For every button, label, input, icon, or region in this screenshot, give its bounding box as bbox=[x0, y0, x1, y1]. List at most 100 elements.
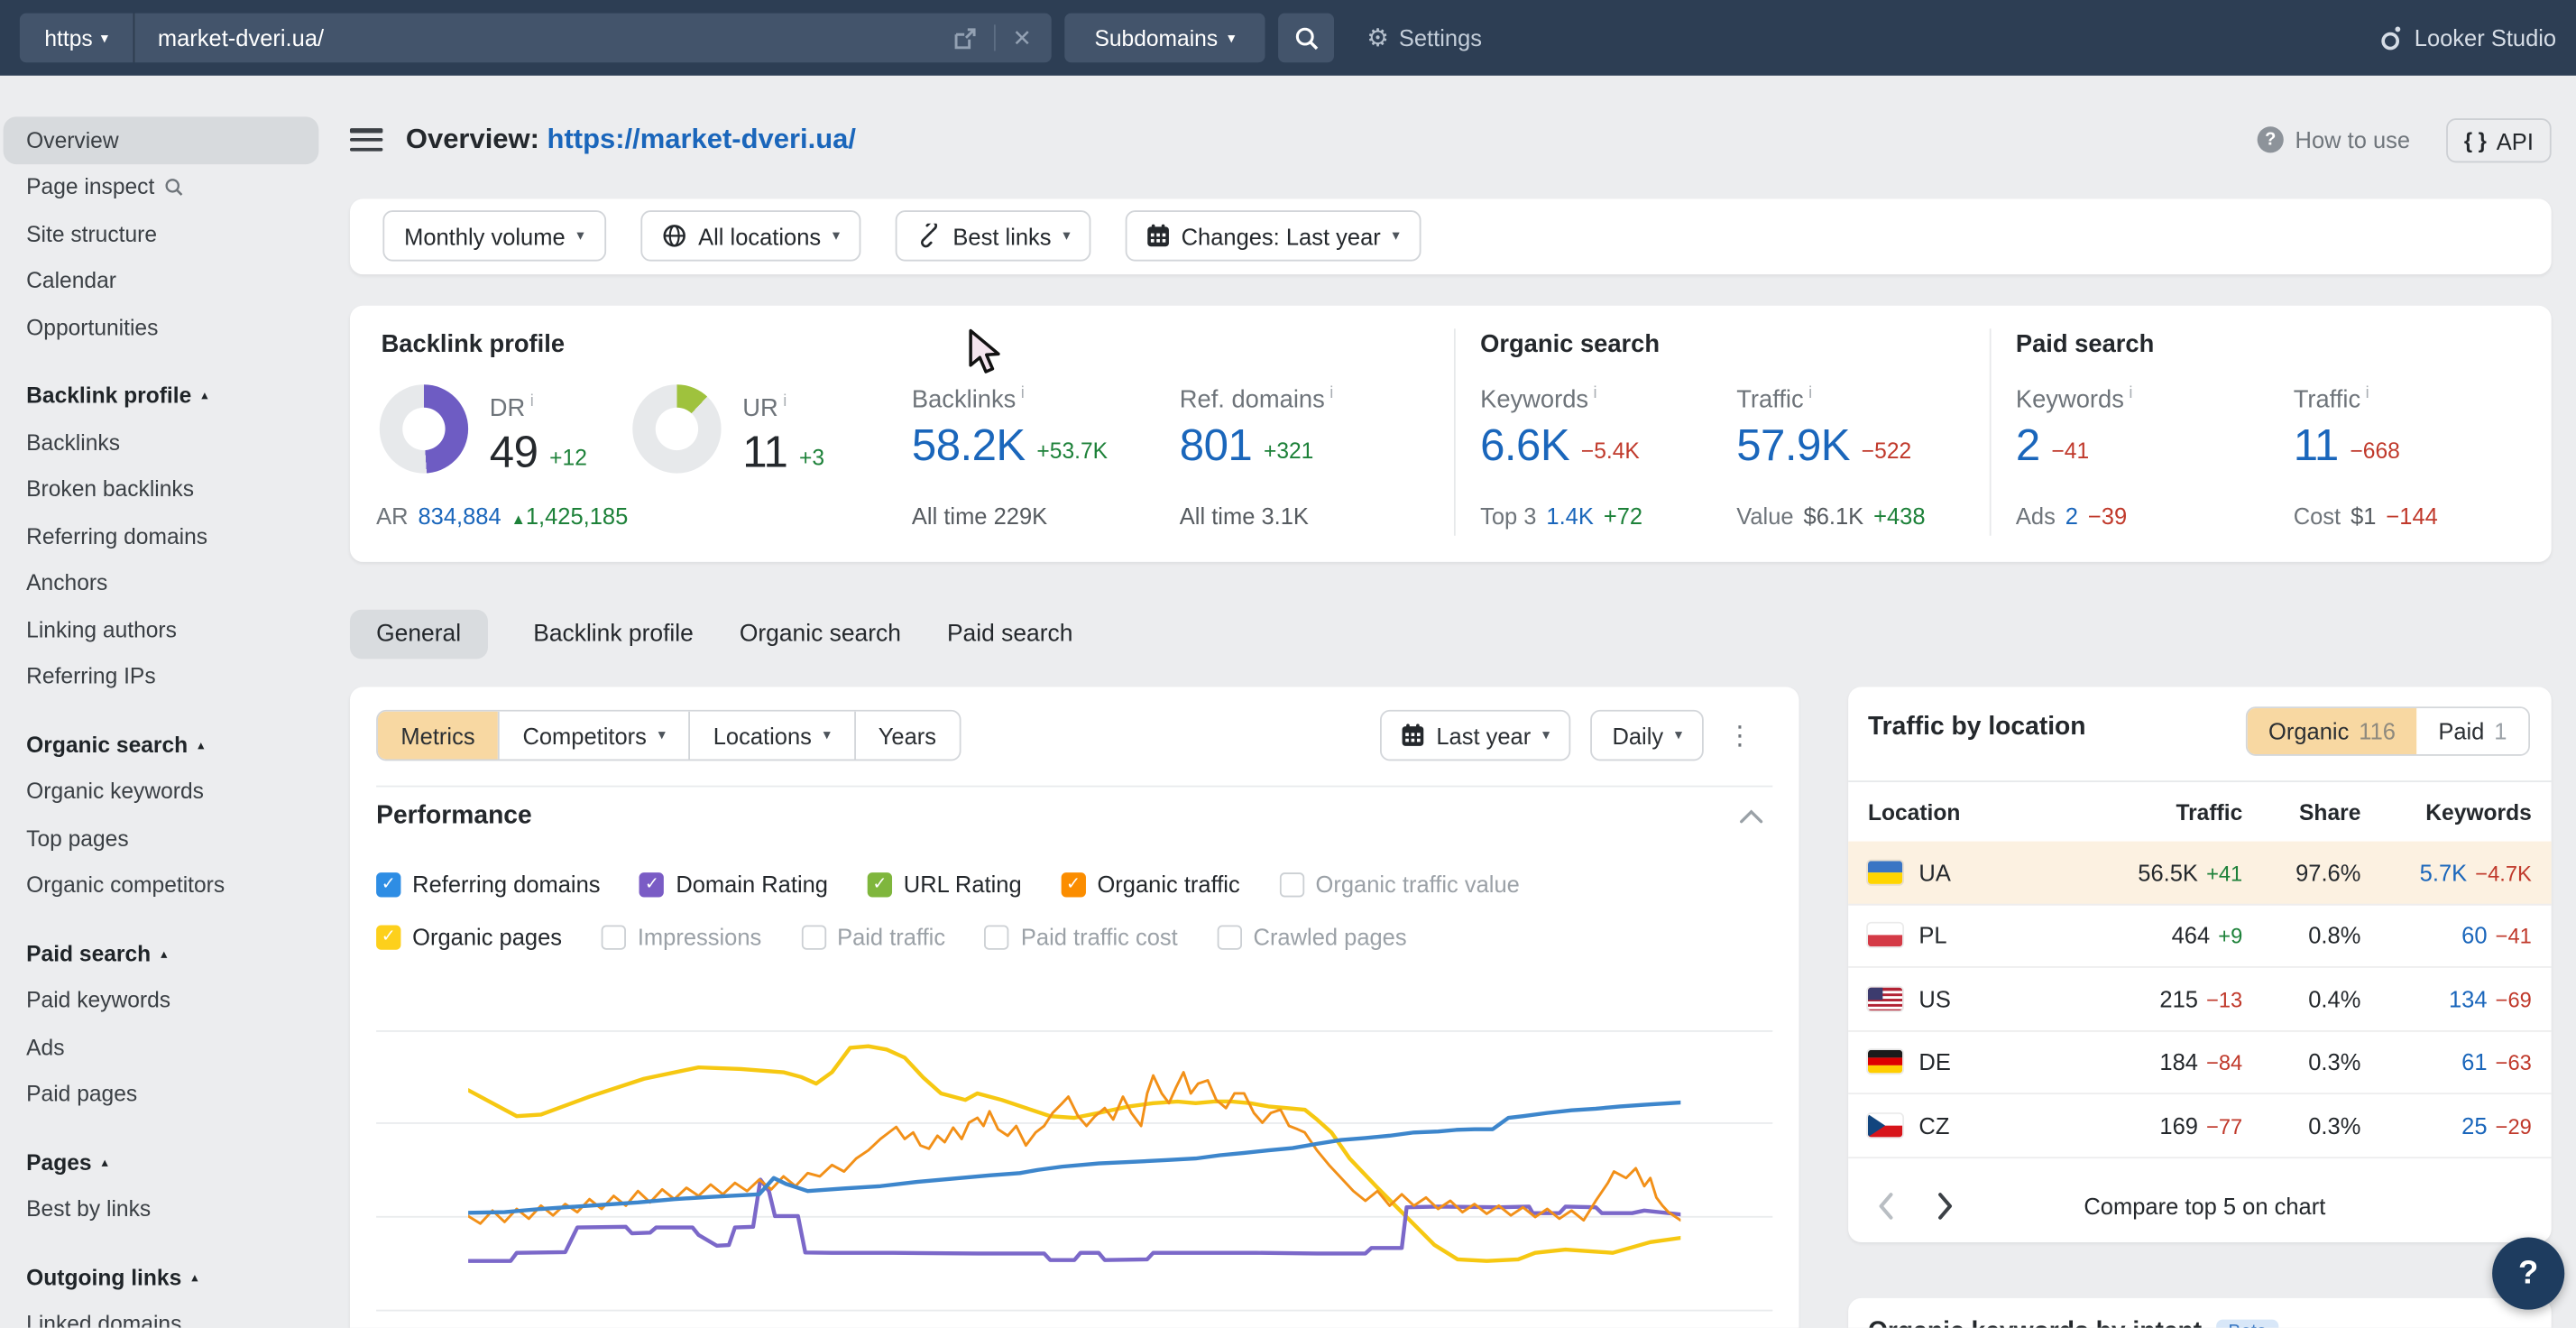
help-button[interactable]: ? bbox=[2492, 1238, 2564, 1310]
toggle-organic[interactable]: Organic 116 bbox=[2247, 708, 2416, 754]
table-row-us[interactable]: US 215−13 0.4% 134−69 bbox=[1848, 968, 2552, 1031]
table-row-cz[interactable]: CZ 169−77 0.3% 25−29 bbox=[1848, 1094, 2552, 1157]
sidebar-item-referring-domains[interactable]: Referring domains bbox=[4, 512, 319, 559]
close-icon[interactable]: ✕ bbox=[1012, 23, 1031, 51]
divider bbox=[1990, 328, 1992, 536]
sidebar-item-linking-authors[interactable]: Linking authors bbox=[4, 606, 319, 653]
sidebar-section-organic-search[interactable]: Organic search▴ bbox=[4, 722, 319, 769]
changes-period-dropdown[interactable]: Changes: Last year ▾ bbox=[1126, 210, 1421, 261]
tab-backlink-profile[interactable]: Backlink profile bbox=[533, 621, 694, 647]
sidebar-item-opportunities[interactable]: Opportunities bbox=[4, 304, 319, 351]
how-to-use-button[interactable]: ? How to use bbox=[2258, 126, 2410, 152]
ur-value: 11 bbox=[742, 430, 787, 475]
sidebar-section-paid-search[interactable]: Paid search▴ bbox=[4, 930, 319, 977]
refdomains-value[interactable]: 801 bbox=[1180, 424, 1252, 468]
next-page-icon[interactable] bbox=[1937, 1192, 1953, 1222]
ads-row: Ads 2 −39 bbox=[2016, 503, 2127, 529]
sidebar-item-referring-ips[interactable]: Referring IPs bbox=[4, 653, 319, 700]
compare-top5-link[interactable]: Compare top 5 on chart bbox=[1954, 1193, 2522, 1219]
looker-studio-button[interactable]: Looker Studio bbox=[2378, 0, 2556, 76]
sidebar-item-broken-backlinks[interactable]: Broken backlinks bbox=[4, 466, 319, 512]
ar-value[interactable]: 834,884 bbox=[418, 503, 501, 529]
sidebar-section-pages[interactable]: Pages▴ bbox=[4, 1139, 319, 1185]
paid-traffic-value[interactable]: 11 bbox=[2294, 424, 2339, 468]
table-row-de[interactable]: DE 184−84 0.3% 61−63 bbox=[1848, 1031, 2552, 1094]
sidebar-section-backlink-profile[interactable]: Backlink profile▴ bbox=[4, 373, 319, 420]
checkbox-url-rating[interactable]: ✓ URL Rating bbox=[868, 871, 1022, 897]
organic-traffic-value[interactable]: 57.9K bbox=[1736, 424, 1850, 468]
checkbox-paid-traffic[interactable]: ✓ Paid traffic bbox=[801, 924, 945, 950]
divider bbox=[1848, 780, 2552, 782]
keywords-link[interactable]: 25 bbox=[2461, 1112, 2487, 1139]
checkbox-icon: ✓ bbox=[1061, 872, 1085, 896]
sidebar-item-paid-keywords[interactable]: Paid keywords bbox=[4, 977, 319, 1024]
sidebar-item-paid-pages[interactable]: Paid pages bbox=[4, 1071, 319, 1118]
checkbox-paid-traffic-cost[interactable]: ✓ Paid traffic cost bbox=[985, 924, 1178, 950]
target-url-link[interactable]: https://market-dveri.ua/ bbox=[547, 124, 856, 155]
keywords-link[interactable]: 61 bbox=[2461, 1049, 2487, 1075]
ar-row: AR 834,884 ▲1,425,185 bbox=[376, 503, 628, 529]
search-button[interactable] bbox=[1278, 14, 1334, 63]
sidebar-item-best-by-links[interactable]: Best by links bbox=[4, 1185, 319, 1232]
sidebar-item-organic-keywords[interactable]: Organic keywords bbox=[4, 769, 319, 816]
checkbox-impressions[interactable]: ✓ Impressions bbox=[602, 924, 762, 950]
sidebar-item-calendar[interactable]: Calendar bbox=[4, 257, 319, 304]
sidebar-item-backlinks[interactable]: Backlinks bbox=[4, 419, 319, 466]
locations-filter-dropdown[interactable]: All locations ▾ bbox=[640, 210, 860, 261]
caret-up-icon: ▴ bbox=[161, 946, 167, 961]
page-title: Overview: https://market-dveri.ua/ bbox=[406, 124, 856, 156]
paid-keywords-value[interactable]: 2 bbox=[2016, 424, 2040, 468]
api-button[interactable]: { } API bbox=[2446, 118, 2552, 162]
info-icon: i bbox=[1329, 384, 1333, 402]
menu-icon[interactable] bbox=[350, 128, 382, 154]
checkbox-icon: ✓ bbox=[602, 925, 626, 949]
sidebar-item-page-inspect[interactable]: Page inspect bbox=[4, 163, 319, 210]
best-links-dropdown[interactable]: Best links ▾ bbox=[896, 210, 1092, 261]
tab-general[interactable]: General bbox=[350, 609, 487, 659]
segment-competitors[interactable]: Competitors▾ bbox=[498, 712, 688, 760]
sidebar-item-ads[interactable]: Ads bbox=[4, 1024, 319, 1071]
segment-locations[interactable]: Locations▾ bbox=[688, 712, 853, 760]
performance-chart[interactable] bbox=[468, 996, 1680, 1322]
settings-button[interactable]: ⚙ Settings bbox=[1366, 0, 1482, 76]
granularity-dropdown[interactable]: Daily ▾ bbox=[1591, 710, 1704, 761]
toggle-paid[interactable]: Paid 1 bbox=[2417, 708, 2529, 754]
keywords-link[interactable]: 134 bbox=[2449, 985, 2488, 1011]
sidebar-item-linked-domains[interactable]: Linked domains bbox=[4, 1301, 319, 1328]
table-row-ua[interactable]: UA 56.5K+41 97.6% 5.7K−4.7K bbox=[1848, 842, 2552, 905]
tab-organic-search[interactable]: Organic search bbox=[740, 621, 901, 647]
checkbox-organic-traffic[interactable]: ✓ Organic traffic bbox=[1061, 871, 1239, 897]
sidebar-item-site-structure[interactable]: Site structure bbox=[4, 210, 319, 257]
segment-years[interactable]: Years bbox=[853, 712, 959, 760]
sidebar-section-outgoing-links[interactable]: Outgoing links▴ bbox=[4, 1254, 319, 1301]
scope-dropdown[interactable]: Subdomains ▾ bbox=[1064, 14, 1265, 63]
sidebar-item-organic-competitors[interactable]: Organic competitors bbox=[4, 862, 319, 908]
volume-mode-dropdown[interactable]: Monthly volume ▾ bbox=[382, 210, 605, 261]
collapse-chevron-icon[interactable] bbox=[1740, 808, 1763, 825]
keywords-link[interactable]: 5.7K bbox=[2420, 859, 2467, 885]
keywords-link[interactable]: 60 bbox=[2461, 922, 2487, 948]
chevron-down-icon: ▾ bbox=[1063, 228, 1070, 243]
protocol-dropdown[interactable]: https ▾ bbox=[20, 14, 135, 63]
sidebar-item-overview[interactable]: Overview bbox=[4, 116, 319, 163]
segment-metrics[interactable]: Metrics bbox=[378, 712, 498, 760]
flag-us-icon bbox=[1868, 987, 1902, 1010]
checkbox-organic-pages[interactable]: ✓ Organic pages bbox=[376, 924, 562, 950]
prev-page-icon[interactable] bbox=[1878, 1192, 1894, 1222]
checkbox-referring-domains[interactable]: ✓ Referring domains bbox=[376, 871, 600, 897]
info-icon: i bbox=[2366, 384, 2369, 402]
organic-search-title: Organic search bbox=[1480, 330, 1660, 358]
more-options-icon[interactable]: ⋮ bbox=[1724, 719, 1756, 752]
sidebar-item-anchors[interactable]: Anchors bbox=[4, 559, 319, 606]
backlinks-value[interactable]: 58.2K bbox=[912, 424, 1026, 468]
checkbox-domain-rating[interactable]: ✓ Domain Rating bbox=[639, 871, 828, 897]
checkbox-crawled-pages[interactable]: ✓ Crawled pages bbox=[1217, 924, 1406, 950]
checkbox-organic-traffic-value[interactable]: ✓ Organic traffic value bbox=[1279, 871, 1519, 897]
external-link-icon[interactable] bbox=[953, 25, 978, 50]
sidebar-item-top-pages[interactable]: Top pages bbox=[4, 815, 319, 862]
table-row-pl[interactable]: PL 464+9 0.8% 60−41 bbox=[1848, 905, 2552, 968]
organic-keywords-value[interactable]: 6.6K bbox=[1480, 424, 1569, 468]
date-range-dropdown[interactable]: Last year ▾ bbox=[1380, 710, 1571, 761]
url-input[interactable]: market-dveri.ua/ bbox=[134, 24, 953, 51]
tab-paid-search[interactable]: Paid search bbox=[947, 621, 1072, 647]
